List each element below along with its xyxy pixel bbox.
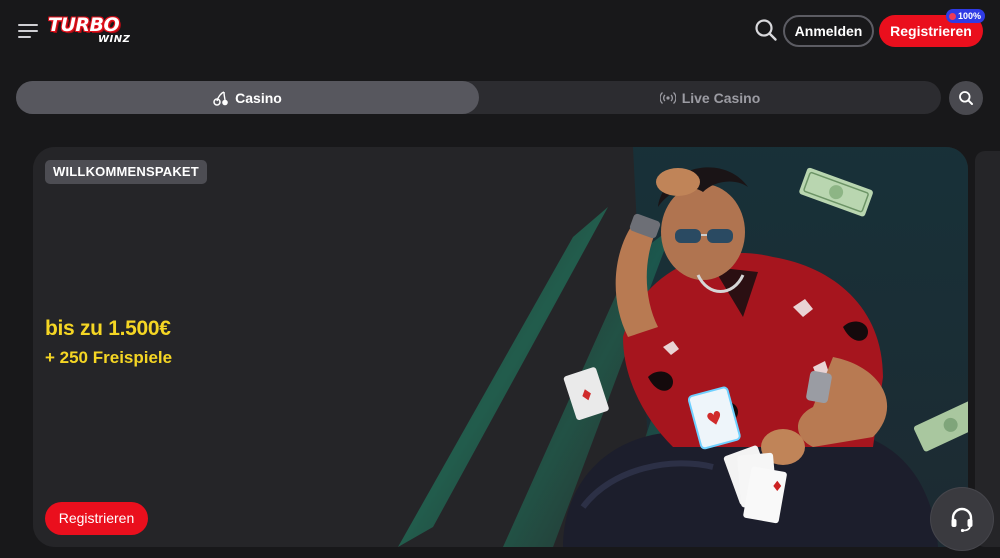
top-header: TURBO WINZ Anmelden Registrieren 100% (0, 0, 1000, 62)
poker-player-illustration: ♦ ♥ ♦ (563, 167, 968, 547)
tab-casino-label: Casino (235, 89, 282, 106)
hamburger-menu-icon[interactable] (18, 22, 38, 40)
free-spins-text: + 250 Freispiele (45, 348, 173, 367)
register-bonus-badge-text: 100% (958, 11, 982, 21)
cherries-icon (213, 90, 228, 106)
support-chat-button[interactable] (931, 488, 993, 550)
search-icon (959, 91, 973, 105)
playing-card-image: ♦ (563, 367, 609, 420)
welcome-package-badge: WILLKOMMENSPAKET (45, 160, 207, 184)
login-button[interactable]: Anmelden (783, 15, 874, 47)
tab-casino[interactable]: Casino (16, 81, 479, 114)
logo-bottom-text: WINZ (98, 34, 131, 45)
register-button-banner[interactable]: Registrieren (45, 502, 148, 535)
money-bill-image (799, 167, 873, 217)
welcome-banner[interactable]: ♦ ♥ ♦ (33, 147, 968, 547)
svg-text:♦: ♦ (771, 479, 784, 495)
turbowinz-logo[interactable]: TURBO WINZ (48, 15, 144, 47)
game-search-button[interactable] (949, 81, 983, 115)
next-banner-preview[interactable] (975, 151, 1000, 547)
money-bill-image (913, 398, 968, 452)
tab-live-casino[interactable]: Live Casino (479, 81, 941, 114)
category-tabs: Casino Live Casino (16, 81, 941, 114)
register-bonus-badge: 100% (946, 9, 986, 23)
header-search-icon[interactable] (754, 18, 778, 42)
live-broadcast-icon (659, 91, 676, 104)
gem-icon (949, 12, 956, 20)
bonus-amount: bis zu 1.500€ (45, 317, 171, 340)
tab-live-casino-label: Live Casino (681, 89, 761, 106)
headset-icon (951, 507, 973, 532)
logo-top-text: TURBO (48, 14, 120, 36)
